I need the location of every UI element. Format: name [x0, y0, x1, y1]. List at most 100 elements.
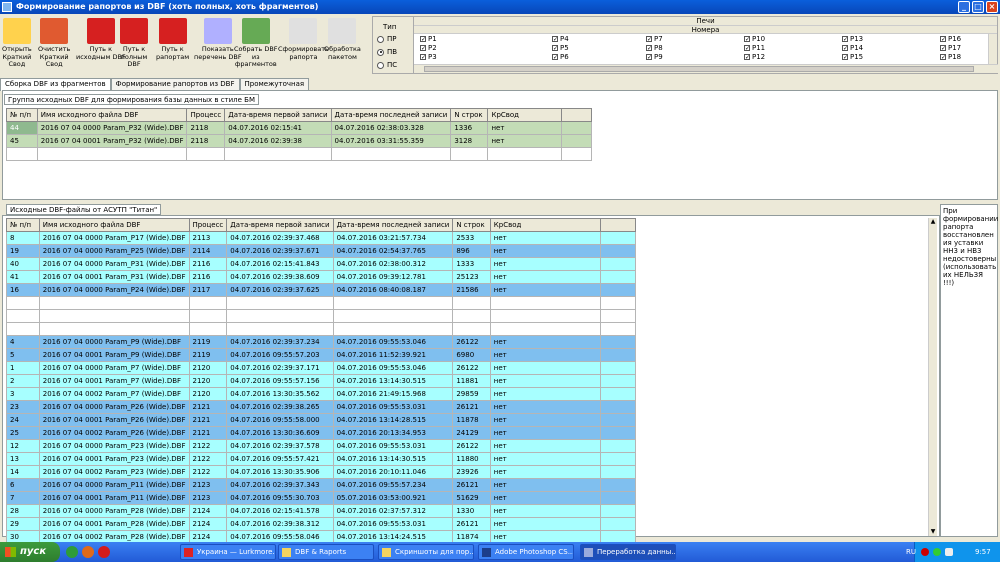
table-row[interactable]: 24 2016 07 04 0001 Param_P26 (Wide).DBF 21… [6, 413, 636, 427]
table-row[interactable]: 44 2016 07 04 0000 Param_P32 (Wide).DBF 21… [6, 121, 592, 135]
radio-pv[interactable]: ПВ [377, 48, 397, 56]
furnace-checkbox[interactable]: ✓ P3 [420, 53, 437, 61]
toolbar-button-7[interactable]: Собрать DBF из фрагментов [234, 18, 278, 69]
furnace-checkbox[interactable]: ✓ P16 [940, 35, 961, 43]
radio-ps[interactable]: ПС [377, 61, 397, 69]
start-button[interactable]: пуск [0, 542, 60, 562]
files-vscroll[interactable]: ▲ ▼ [928, 218, 937, 536]
table-row[interactable]: 40 2016 07 04 0000 Param_P31 (Wide).DBF 21… [6, 257, 636, 271]
table-row[interactable]: 29 2016 07 04 0001 Param_P28 (Wide).DBF 21… [6, 517, 636, 531]
toolbar-button-label: Собрать DBF из фрагментов [234, 45, 278, 68]
furnace-checkbox[interactable]: ✓ P14 [842, 44, 863, 52]
taskbar-item[interactable]: DBF & Raports [278, 544, 374, 560]
furnace-checkbox[interactable]: ✓ P18 [940, 53, 961, 61]
table-row[interactable]: 7 2016 07 04 0001 Param_P11 (Wide).DBF 212… [6, 491, 636, 505]
table-row[interactable]: 3 2016 07 04 0002 Param_P7 (Wide).DBF 2120… [6, 387, 636, 401]
tray-icon-2[interactable] [933, 548, 941, 556]
table-row[interactable]: 16 2016 07 04 0000 Param_P24 (Wide).DBF 21… [6, 283, 636, 297]
furnace-checkbox[interactable]: ✓ P1 [420, 35, 437, 43]
furnace-checkbox[interactable]: ✓ P5 [552, 44, 569, 52]
column-header[interactable]: Процесс [188, 218, 228, 232]
column-header[interactable]: N строк [450, 108, 489, 122]
furnace-checkbox[interactable]: ✓ P12 [744, 53, 765, 61]
column-header[interactable]: Имя исходного файла DBF [36, 108, 188, 122]
tray-icon-1[interactable] [921, 548, 929, 556]
furnace-checkbox[interactable]: ✓ P7 [646, 35, 663, 43]
column-header[interactable]: КрСвод [489, 218, 602, 232]
toolbar-button-1[interactable]: Открыть Краткий Свод [2, 18, 32, 69]
column-header[interactable]: № п/п [6, 108, 38, 122]
radio-pr[interactable]: ПР [377, 35, 397, 43]
table-cell: 2016 07 04 0001 Param_P7 (Wide).DBF [38, 374, 190, 388]
language-indicator[interactable]: RU [906, 542, 916, 562]
toolbar-button-5[interactable]: Путь к рапортам [156, 18, 189, 61]
table-row[interactable]: 41 2016 07 04 0001 Param_P31 (Wide).DBF 21… [6, 270, 636, 284]
tray-icon-3[interactable] [945, 548, 953, 556]
table-row[interactable]: 4 2016 07 04 0000 Param_P9 (Wide).DBF 2119… [6, 335, 636, 349]
column-header[interactable]: Дата-время последней записи [330, 108, 452, 122]
table-row[interactable]: 19 2016 07 04 0000 Param_P25 (Wide).DBF 21… [6, 244, 636, 258]
table-row[interactable]: 25 2016 07 04 0002 Param_P26 (Wide).DBF 21… [6, 426, 636, 440]
furnace-checkbox[interactable]: ✓ P4 [552, 35, 569, 43]
table-cell [452, 322, 491, 336]
furnaces-hscroll[interactable] [414, 64, 998, 73]
quicklaunch-icon-1[interactable] [66, 546, 78, 558]
table-row[interactable]: 8 2016 07 04 0000 Param_P17 (Wide).DBF 211… [6, 231, 636, 245]
furnace-checkbox[interactable]: ✓ P8 [646, 44, 663, 52]
column-header[interactable]: КрСвод [487, 108, 563, 122]
column-header[interactable]: Дата-время первой записи [224, 108, 332, 122]
toolbar-button-label: Обработка пакетом [324, 45, 361, 61]
taskbar-item[interactable]: Переработка данны... [580, 544, 676, 560]
furnace-checkbox[interactable]: ✓ P2 [420, 44, 437, 52]
furnaces-vscroll[interactable] [988, 34, 997, 64]
table-row[interactable]: 1 2016 07 04 0000 Param_P7 (Wide).DBF 2120… [6, 361, 636, 375]
column-header[interactable]: Имя исходного файла DBF [38, 218, 190, 232]
table-row[interactable]: 14 2016 07 04 0002 Param_P23 (Wide).DBF 21… [6, 465, 636, 479]
furnace-checkbox[interactable]: ✓ P11 [744, 44, 765, 52]
table-row[interactable]: 2 2016 07 04 0001 Param_P7 (Wide).DBF 2120… [6, 374, 636, 388]
table-cell: 04.07.2016 09:55:57.156 [226, 374, 334, 388]
furnace-checkbox[interactable]: ✓ P6 [552, 53, 569, 61]
table-cell: 1333 [452, 257, 491, 271]
table-cell [600, 491, 636, 505]
table-row[interactable]: 13 2016 07 04 0001 Param_P23 (Wide).DBF 21… [6, 452, 636, 466]
table-row[interactable]: 23 2016 07 04 0000 Param_P26 (Wide).DBF 21… [6, 400, 636, 414]
furnace-checkbox[interactable]: ✓ P13 [842, 35, 863, 43]
toolbar-button-2[interactable]: Очистить Краткий Свод [38, 18, 70, 69]
furnace-checkbox[interactable]: ✓ P9 [646, 53, 663, 61]
taskbar-item[interactable]: Украина — Lurkmore... [180, 544, 276, 560]
furnace-checkbox[interactable]: ✓ P10 [744, 35, 765, 43]
table-row-empty[interactable] [6, 147, 592, 161]
column-header[interactable]: Дата-время первой записи [226, 218, 334, 232]
furnace-checkbox[interactable]: ✓ P15 [842, 53, 863, 61]
table-cell: 14 [6, 465, 40, 479]
toolbar-button-3[interactable]: Путь к исходным DBF [76, 18, 126, 61]
furnace-checkbox[interactable]: ✓ P17 [940, 44, 961, 52]
tab-reports[interactable]: Формирование рапортов из DBF [110, 78, 240, 90]
table-row[interactable] [6, 309, 636, 323]
table-cell: 11881 [452, 374, 491, 388]
table-row[interactable]: 12 2016 07 04 0000 Param_P23 (Wide).DBF 21… [6, 439, 636, 453]
table-row[interactable]: 45 2016 07 04 0001 Param_P32 (Wide).DBF 21… [6, 134, 592, 148]
open-summary-icon [2, 18, 31, 44]
close-button[interactable]: × [986, 1, 998, 13]
tab-intermediate[interactable]: Промежуточная [239, 78, 310, 90]
maximize-button[interactable]: □ [972, 1, 984, 13]
quicklaunch-icon-3[interactable] [98, 546, 110, 558]
toolbar-button-8[interactable]: Сформировать рапорта [278, 18, 329, 61]
table-row[interactable] [6, 296, 636, 310]
column-header[interactable]: Дата-время последней записи [332, 218, 454, 232]
table-row[interactable]: 28 2016 07 04 0000 Param_P28 (Wide).DBF 21… [6, 504, 636, 518]
table-row[interactable]: 5 2016 07 04 0001 Param_P9 (Wide).DBF 2119… [6, 348, 636, 362]
column-header[interactable]: № п/п [6, 218, 40, 232]
taskbar-item[interactable]: Adobe Photoshop CS... [478, 544, 574, 560]
minimize-button[interactable]: _ [958, 1, 970, 13]
column-header[interactable]: Процесс [186, 108, 226, 122]
quicklaunch-icon-2[interactable] [82, 546, 94, 558]
toolbar-button-9[interactable]: Обработка пакетом [324, 18, 361, 61]
table-row[interactable] [6, 322, 636, 336]
taskbar-item[interactable]: Скриншоты для пор... [378, 544, 474, 560]
toolbar-button-4[interactable]: Путь к полным DBF [120, 18, 148, 69]
column-header[interactable]: N строк [452, 218, 491, 232]
table-row[interactable]: 6 2016 07 04 0000 Param_P11 (Wide).DBF 212… [6, 478, 636, 492]
